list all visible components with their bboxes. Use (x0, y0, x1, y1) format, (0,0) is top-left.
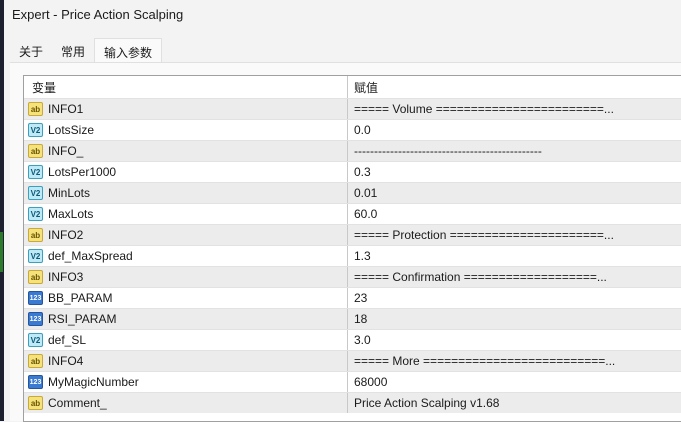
value-cell[interactable]: 18 (348, 312, 681, 326)
variable-name: BB_PARAM (48, 291, 113, 305)
variable-name: MinLots (48, 186, 91, 200)
value-cell[interactable]: 0.0 (348, 123, 681, 137)
variable-cell: ab INFO_ (24, 141, 348, 161)
table-row[interactable]: ab INFO2 ===== Protection ================… (24, 224, 681, 245)
variable-name: LotsSize (48, 123, 95, 137)
value-cell[interactable]: 60.0 (348, 207, 681, 221)
value-cell[interactable]: 68000 (348, 375, 681, 389)
background-chart-edge (0, 0, 4, 421)
value-cell[interactable]: ===== More ==========================... (348, 354, 681, 368)
variable-cell: ab INFO2 (24, 225, 348, 245)
double-icon: V2 (28, 249, 43, 263)
table-row[interactable]: ab Comment_ Price Action Scalping v1.68 (24, 392, 681, 413)
window-title: Expert - Price Action Scalping (12, 7, 184, 22)
header-variable[interactable]: 变量 (24, 76, 348, 98)
table-row[interactable]: V2 def_SL 3.0 (24, 329, 681, 350)
table-row[interactable]: V2 MinLots 0.01 (24, 182, 681, 203)
variable-name: INFO1 (48, 102, 84, 116)
value-cell[interactable]: 0.01 (348, 186, 681, 200)
table-row[interactable]: V2 LotsSize 0.0 (24, 119, 681, 140)
variable-cell: ab INFO3 (24, 267, 348, 287)
value-cell[interactable]: ----------------------------------------… (348, 144, 681, 158)
integer-icon: 123 (28, 375, 43, 389)
variable-name: RSI_PARAM (48, 312, 117, 326)
tab-bar: 关于 常用 输入参数 (10, 38, 163, 62)
variable-cell: V2 MaxLots (24, 204, 348, 224)
variable-name: INFO3 (48, 270, 84, 284)
value-cell[interactable]: Price Action Scalping v1.68 (348, 396, 681, 410)
table-header: 变量 赋值 (24, 76, 681, 98)
tab-about[interactable]: 关于 (10, 38, 52, 62)
variable-name: INFO4 (48, 354, 84, 368)
variable-name: Comment_ (48, 396, 107, 410)
variable-cell: ab INFO4 (24, 351, 348, 371)
variable-name: MyMagicNumber (48, 375, 139, 389)
double-icon: V2 (28, 207, 43, 221)
variable-cell: 123 MyMagicNumber (24, 372, 348, 392)
double-icon: V2 (28, 333, 43, 347)
table-row[interactable]: ab INFO_ ---------------------------------… (24, 140, 681, 161)
variable-cell: V2 LotsPer1000 (24, 162, 348, 182)
string-icon: ab (28, 354, 43, 368)
double-icon: V2 (28, 123, 43, 137)
table-row[interactable]: 123 BB_PARAM 23 (24, 287, 681, 308)
table-row[interactable]: 123 RSI_PARAM 18 (24, 308, 681, 329)
inputs-panel: 变量 赋值 ab INFO1 ===== Volume ==============… (10, 62, 681, 422)
variable-cell: ab INFO1 (24, 99, 348, 119)
variable-cell: V2 LotsSize (24, 120, 348, 140)
table-row[interactable]: ab INFO3 ===== Confirmation ==============… (24, 266, 681, 287)
integer-icon: 123 (28, 291, 43, 305)
variable-name: def_SL (48, 333, 87, 347)
string-icon: ab (28, 228, 43, 242)
table-row[interactable]: V2 def_MaxSpread 1.3 (24, 245, 681, 266)
double-icon: V2 (28, 165, 43, 179)
double-icon: V2 (28, 186, 43, 200)
string-icon: ab (28, 270, 43, 284)
table-row[interactable]: 123 MyMagicNumber 68000 (24, 371, 681, 392)
string-icon: ab (28, 396, 43, 410)
string-icon: ab (28, 144, 43, 158)
value-cell[interactable]: ===== Volume ========================... (348, 102, 681, 116)
variable-name: def_MaxSpread (48, 249, 133, 263)
header-value[interactable]: 赋值 (348, 79, 681, 96)
table-row[interactable]: V2 LotsPer1000 0.3 (24, 161, 681, 182)
variable-cell: V2 def_MaxSpread (24, 246, 348, 266)
table-row[interactable]: ab INFO4 ===== More ======================… (24, 350, 681, 371)
variable-cell: ab Comment_ (24, 393, 348, 413)
variable-cell: 123 RSI_PARAM (24, 309, 348, 329)
tab-inputs[interactable]: 输入参数 (94, 38, 163, 62)
value-cell[interactable]: 1.3 (348, 249, 681, 263)
value-cell[interactable]: 23 (348, 291, 681, 305)
tab-common[interactable]: 常用 (52, 38, 94, 62)
value-cell[interactable]: ===== Confirmation ===================..… (348, 270, 681, 284)
integer-icon: 123 (28, 312, 43, 326)
string-icon: ab (28, 102, 43, 116)
variable-cell: V2 def_SL (24, 330, 348, 350)
variable-name: LotsPer1000 (48, 165, 117, 179)
value-cell[interactable]: 0.3 (348, 165, 681, 179)
variable-name: INFO_ (48, 144, 84, 158)
value-cell[interactable]: ===== Protection ======================.… (348, 228, 681, 242)
variable-cell: V2 MinLots (24, 183, 348, 203)
table-row[interactable]: V2 MaxLots 60.0 (24, 203, 681, 224)
parameters-table: 变量 赋值 ab INFO1 ===== Volume ==============… (23, 75, 681, 422)
value-cell[interactable]: 3.0 (348, 333, 681, 347)
variable-name: INFO2 (48, 228, 84, 242)
variable-cell: 123 BB_PARAM (24, 288, 348, 308)
variable-name: MaxLots (48, 207, 94, 221)
table-row[interactable]: ab INFO1 ===== Volume ====================… (24, 98, 681, 119)
